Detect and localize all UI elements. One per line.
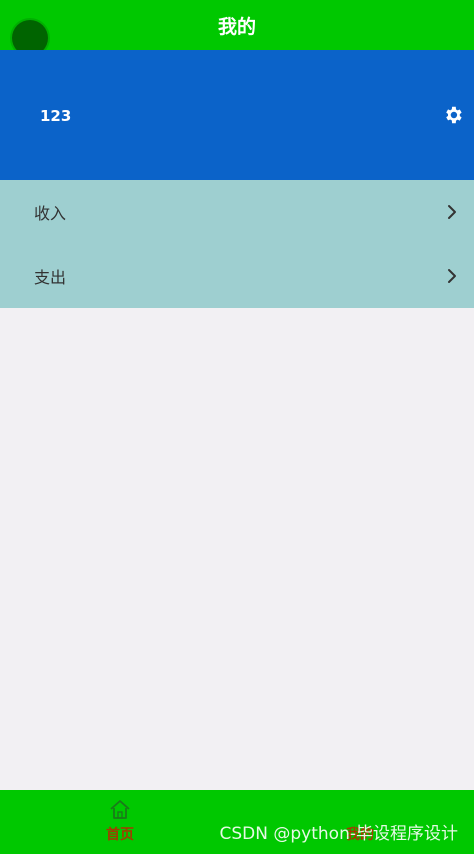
gear-icon[interactable] — [442, 104, 464, 126]
app-root: 我的 123 收入 支出 首页 我的 CSDN @python-毕设程序设计 — [0, 0, 474, 854]
home-icon — [110, 800, 130, 819]
tab-home[interactable]: 首页 — [80, 798, 160, 852]
profile-panel: 123 — [0, 50, 474, 180]
bottom-tab-bar: 首页 我的 CSDN @python-毕设程序设计 — [0, 790, 474, 854]
watermark: CSDN @python-毕设程序设计 — [219, 824, 458, 844]
menu-list: 收入 支出 — [0, 180, 474, 308]
username-label: 123 — [40, 107, 72, 125]
menu-item-label: 支出 — [34, 268, 67, 287]
menu-item-expense[interactable]: 支出 — [0, 244, 474, 308]
chevron-right-icon — [448, 205, 456, 219]
top-header: 我的 — [0, 0, 474, 56]
menu-item-label: 收入 — [34, 204, 67, 223]
tab-home-label: 首页 — [106, 827, 134, 843]
menu-item-income[interactable]: 收入 — [0, 180, 474, 244]
page-title: 我的 — [217, 15, 256, 38]
chevron-right-icon — [448, 269, 456, 283]
